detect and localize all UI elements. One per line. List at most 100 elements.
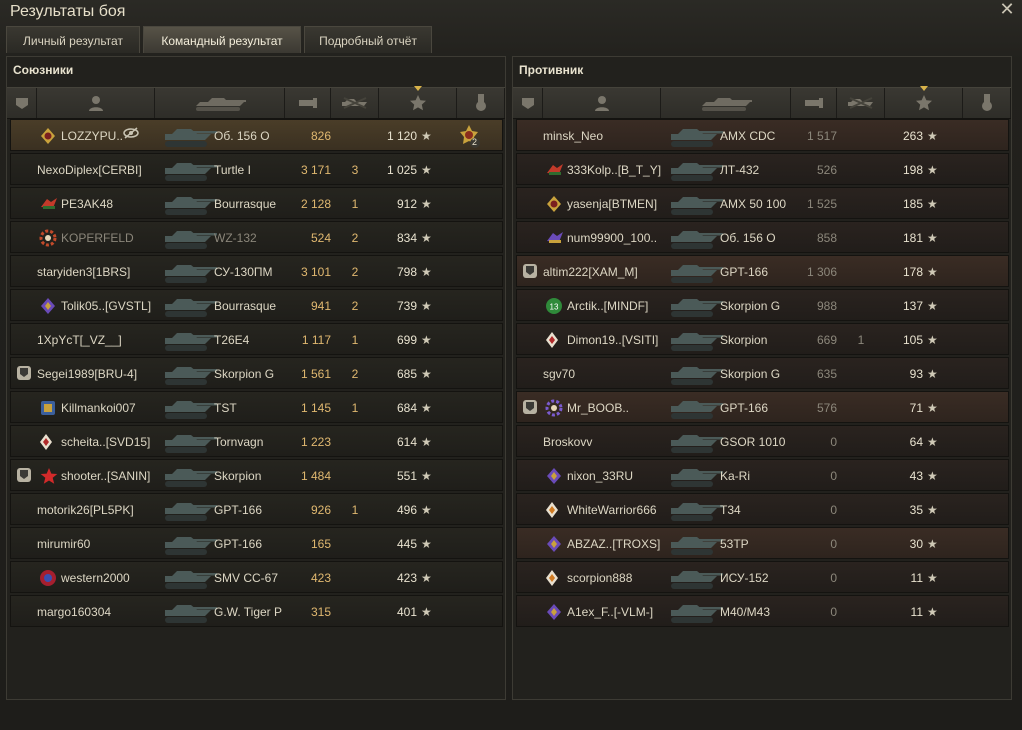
col-damage-header[interactable] (285, 88, 331, 118)
enemy-row[interactable]: ABZAZ..[TROXS] 53TP 0 30 ★ (516, 527, 1009, 559)
col-kills-header[interactable] (837, 88, 885, 118)
xp-value: 496 (396, 503, 417, 517)
col-squad-header[interactable] (7, 88, 37, 118)
enemy-row[interactable]: scorpion888 ИСУ-152 0 11 ★ (516, 561, 1009, 593)
tank-image (665, 428, 725, 456)
col-damage-header[interactable] (791, 88, 837, 118)
enemy-row[interactable]: Dimon19..[VSITI] Skorpion 669 1 105 ★ (516, 323, 1009, 355)
player-name: num99900_100.. (567, 231, 658, 245)
xp-value: 1 120 (386, 129, 417, 143)
ally-row[interactable]: Segei1989[BRU-4] Skorpion G1 561 2 685 ★ (10, 357, 503, 389)
col-kills-header[interactable] (331, 88, 379, 118)
ally-row[interactable]: Tolik05..[GVSTL] Bourrasque 941 2 739 ★ (10, 289, 503, 321)
ally-row[interactable]: scheita..[SVD15] Tornvagn 1 223 614 ★ (10, 425, 503, 457)
damage-value: 0 (830, 537, 837, 551)
ally-row[interactable]: 1XpYcT[_VZ__] T26E4 1 117 1 699 ★ (10, 323, 503, 355)
tank-image (665, 292, 725, 320)
enemy-row[interactable]: altim222[XAM_M] GPT-166 1 306 178 ★ (516, 255, 1009, 287)
tank-name: Skorpion (720, 333, 768, 347)
enemy-row[interactable]: WhiteWarrior666 T34 0 35 ★ (516, 493, 1009, 525)
enemy-row[interactable]: num99900_100.. Об. 156 О 858 181 ★ (516, 221, 1009, 253)
col-tank-header[interactable] (661, 88, 791, 118)
player-name: Segei1989[BRU-4] (37, 367, 138, 381)
allies-title: Союзники (13, 63, 74, 77)
tab-team-result[interactable]: Командный результат (143, 26, 301, 53)
enemy-row[interactable]: Broskovv GSOR 1010 0 64 ★ (516, 425, 1009, 457)
star-icon: ★ (927, 299, 938, 313)
tank-name: Skorpion (214, 469, 262, 483)
col-player-header[interactable] (37, 88, 155, 118)
ally-row[interactable]: motorik26[PL5PK] GPT-166 926 1 496 ★ (10, 493, 503, 525)
tank-image (665, 122, 725, 150)
tank-image (159, 224, 219, 252)
tank-name: GPT-166 (214, 537, 263, 551)
clan-emblem-icon: 13 (545, 297, 563, 315)
star-icon: ★ (927, 197, 938, 211)
tank-name: M40/M43 (720, 605, 771, 619)
enemy-row[interactable]: 333Kolp..[B_T_Y] ЛТ-432 526 198 ★ (516, 153, 1009, 185)
tank-image (665, 462, 725, 490)
ally-row[interactable]: Killmankoi007 TST 1 145 1 684 ★ (10, 391, 503, 423)
damage-value: 1 561 (300, 367, 331, 381)
tank-image (665, 530, 725, 558)
medal-icon[interactable]: 2 (457, 124, 481, 148)
tab-personal-result[interactable]: Личный результат (6, 26, 140, 53)
damage-value: 576 (816, 401, 837, 415)
enemy-row[interactable]: A1ex_F..[-VLM-] M40/M43 0 11 ★ (516, 595, 1009, 627)
clan-emblem-icon (39, 467, 58, 485)
tank-image (159, 258, 219, 286)
col-xp-header[interactable] (885, 86, 963, 118)
xp-value: 137 (902, 299, 923, 313)
ally-row[interactable]: staryiden3[1BRS] СУ-130ПМ 3 101 2 798 ★ (10, 255, 503, 287)
ally-row[interactable]: LOZZYPU.. Об. 156 О 826 1 120 ★ 2 (10, 119, 503, 151)
ally-row[interactable]: NexoDiplex[CERBI] Turtle I3 171 3 1 025 ★ (10, 153, 503, 185)
enemy-row[interactable]: nixon_33RU Ka-Ri 0 43 ★ (516, 459, 1009, 491)
player-name: Dimon19..[VSITI] (567, 333, 659, 347)
close-icon[interactable]: ✕ (998, 0, 1016, 18)
tank-name: Bourrasque (214, 299, 277, 313)
tank-image (665, 564, 725, 592)
star-icon: ★ (421, 435, 432, 449)
medal-count: 2 (472, 137, 478, 147)
col-medal-header[interactable] (963, 88, 1011, 118)
tank-image (159, 122, 219, 150)
star-icon: ★ (421, 299, 432, 313)
enemy-row[interactable]: Mr_BOOB.. GPT-166 576 71 ★ (516, 391, 1009, 423)
tank-name: TST (214, 401, 237, 415)
enemy-row[interactable]: yasenja[BTMEN] AMX 50 100 1 525 185 ★ (516, 187, 1009, 219)
tank-name: SMV CC-67 (214, 571, 279, 585)
ally-row[interactable]: mirumir60 GPT-166 165 445 ★ (10, 527, 503, 559)
col-xp-header[interactable] (379, 86, 457, 118)
ally-row[interactable]: margo160304 G.W. Tiger P 315 401 ★ (10, 595, 503, 627)
ally-row[interactable]: shooter..[SANIN] Skorpion 1 484 551 ★ (10, 459, 503, 491)
ally-row[interactable]: KOPERFELD WZ-132 524 2 834 ★ (10, 221, 503, 253)
star-icon: ★ (421, 163, 432, 177)
col-squad-header[interactable] (513, 88, 543, 118)
clan-emblem-icon (39, 297, 57, 315)
star-icon: ★ (927, 231, 938, 245)
enemy-row[interactable]: minsk_Neo AMX CDC 1 517 263 ★ (516, 119, 1009, 151)
col-medal-header[interactable] (457, 88, 505, 118)
star-icon: ★ (421, 605, 432, 619)
ally-row[interactable]: western2000 SMV CC-67 423 423 ★ (10, 561, 503, 593)
star-icon: ★ (927, 129, 938, 143)
star-icon: ★ (927, 571, 938, 585)
ally-row[interactable]: PE3AK48 Bourrasque 2 128 1 912 ★ (10, 187, 503, 219)
tank-image (159, 326, 219, 354)
damage-value: 0 (830, 605, 837, 619)
enemy-row[interactable]: 13 Arctik..[MINDF] Skorpion G 988 137 ★ (516, 289, 1009, 321)
player-name: Broskovv (543, 435, 593, 449)
xp-value: 798 (396, 265, 417, 279)
enemy-row[interactable]: sgv70 Skorpion G 635 93 ★ (516, 357, 1009, 389)
xp-value: 685 (396, 367, 417, 381)
tank-image (159, 428, 219, 456)
xp-value: 684 (396, 401, 417, 415)
col-player-header[interactable] (543, 88, 661, 118)
platoon-badge-icon (17, 468, 31, 482)
xp-value: 185 (902, 197, 923, 211)
clan-emblem-icon (545, 229, 563, 247)
col-tank-header[interactable] (155, 88, 285, 118)
tab-detailed-report[interactable]: Подробный отчёт (304, 26, 432, 53)
player-name: A1ex_F..[-VLM-] (567, 605, 654, 619)
player-name: Tolik05..[GVSTL] (61, 299, 152, 313)
